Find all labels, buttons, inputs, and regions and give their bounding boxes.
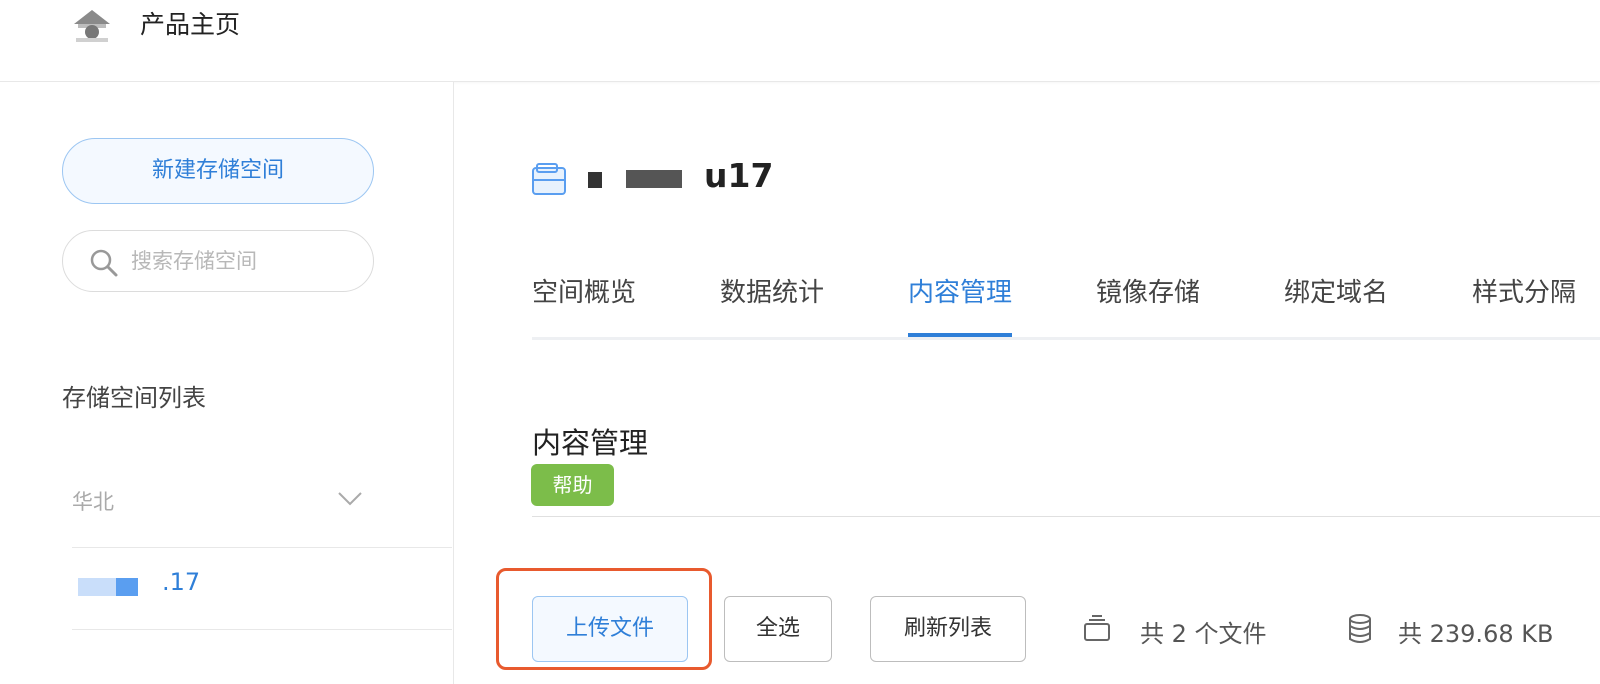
- tab-content-management[interactable]: 内容管理: [908, 272, 1013, 337]
- tab-bind-domain[interactable]: 绑定域名: [1284, 272, 1388, 337]
- tab-overview[interactable]: 空间概览: [532, 272, 636, 337]
- top-bar: 产品主页: [0, 0, 1600, 82]
- region-selector[interactable]: 华北: [72, 462, 452, 548]
- region-label: 华北: [72, 490, 114, 514]
- refresh-list-button[interactable]: 刷新列表: [870, 596, 1026, 662]
- tab-bar: 空间概览 数据统计 内容管理 镜像存储 绑定域名 样式分隔: [532, 250, 1600, 340]
- tab-mirror-storage[interactable]: 镜像存储: [1096, 272, 1200, 337]
- folder-icon: [532, 163, 566, 195]
- main-content: u17 空间概览 数据统计 内容管理 镜像存储 绑定域名 样式分隔 内容管理 帮…: [454, 82, 1600, 684]
- database-icon: [1349, 614, 1371, 643]
- upload-file-button[interactable]: 上传文件: [532, 596, 688, 662]
- tab-statistics[interactable]: 数据统计: [720, 272, 824, 337]
- help-button[interactable]: 帮助: [531, 464, 614, 506]
- sidebar: 新建存储空间 存储空间列表 华北 .17: [0, 82, 454, 684]
- chevron-down-icon: [338, 492, 362, 506]
- tab-style-separator[interactable]: 样式分隔: [1472, 272, 1576, 337]
- bucket-list-item-label: .17: [162, 568, 201, 596]
- files-stack-icon: [1084, 615, 1110, 641]
- total-size: 共 239.68 KB: [1398, 620, 1554, 648]
- bucket-name: u17: [704, 156, 774, 195]
- product-home-title[interactable]: 产品主页: [140, 8, 240, 42]
- redacted-name-part: [588, 172, 602, 188]
- redacted-bucket-name-block: [116, 578, 138, 596]
- search-icon: [90, 249, 118, 277]
- section-title: 内容管理: [532, 426, 649, 460]
- redacted-name-block: [626, 170, 682, 188]
- bucket-list-title: 存储空间列表: [62, 384, 206, 412]
- file-count: 共 2 个文件: [1140, 620, 1267, 648]
- bucket-search-input[interactable]: [131, 243, 361, 279]
- bucket-search-box[interactable]: [62, 230, 374, 292]
- bucket-list-item[interactable]: .17: [72, 548, 452, 630]
- new-bucket-button[interactable]: 新建存储空间: [62, 138, 374, 204]
- home-logo-icon[interactable]: [72, 8, 112, 44]
- select-all-button[interactable]: 全选: [724, 596, 832, 662]
- section-divider: [532, 516, 1600, 517]
